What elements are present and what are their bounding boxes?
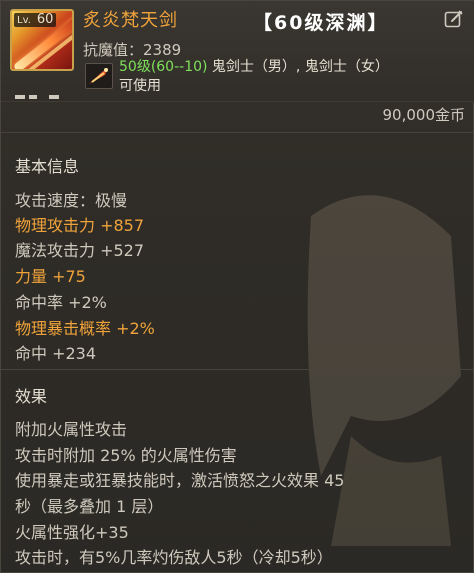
- divider: [1, 369, 474, 370]
- item-price: 90,000金币: [382, 106, 466, 124]
- stat-strength: 力量 +75: [15, 267, 86, 286]
- stat-hit: 命中 +234: [15, 344, 97, 363]
- class-mini-icon: [85, 63, 113, 89]
- effect-line: 火属性强化+35: [15, 523, 129, 542]
- stat-magic-attack: 魔法攻击力 +527: [15, 241, 145, 260]
- level-label: Lv.: [17, 15, 31, 26]
- item-tag: 【60级深渊】: [253, 12, 389, 34]
- basic-info-title: 基本信息: [15, 157, 80, 176]
- effect-line: 秒（最多叠加 1 层）: [15, 497, 164, 516]
- cutoff-text: [15, 95, 75, 105]
- level-badge: Lv. 60: [14, 12, 57, 27]
- effect-line: 使用暴走或狂暴技能时，激活愤怒之火效果 45: [15, 471, 345, 490]
- effect-line: 攻击时，有5%几率灼伤敌人5秒（冷却5秒）: [15, 548, 333, 567]
- item-header: Lv. 60 炙炎梵天剑 【60级深渊】 抗魔值：2389 50级(60--10)…: [1, 1, 474, 102]
- effect-title: 效果: [15, 387, 48, 406]
- edit-icon[interactable]: [444, 9, 464, 29]
- usable-status: 可使用: [119, 78, 161, 94]
- level-value: 60: [36, 12, 54, 27]
- sword-item-icon[interactable]: Lv. 60: [10, 9, 74, 71]
- stat-physical-crit: 物理暴击概率 +2%: [15, 319, 155, 338]
- requirement: 50级(60--10) 鬼剑士（男）, 鬼剑士（女）: [119, 56, 389, 76]
- requirement-classes: 鬼剑士（男）, 鬼剑士（女）: [207, 59, 389, 75]
- divider: [1, 132, 474, 133]
- requirement-level: 50级(60--10): [119, 59, 208, 75]
- stat-attack-speed: 攻击速度：极慢: [15, 191, 128, 210]
- item-tooltip: Lv. 60 炙炎梵天剑 【60级深渊】 抗魔值：2389 50级(60--10)…: [0, 0, 474, 573]
- effect-line: 附加火属性攻击: [15, 420, 128, 439]
- item-name: 炙炎梵天剑: [83, 10, 178, 31]
- effect-line: 攻击时附加 25% 的火属性伤害: [15, 446, 237, 465]
- background-art: [307, 195, 461, 546]
- stat-physical-attack: 物理攻击力 +857: [15, 216, 145, 235]
- stat-hit-rate: 命中率 +2%: [15, 293, 107, 312]
